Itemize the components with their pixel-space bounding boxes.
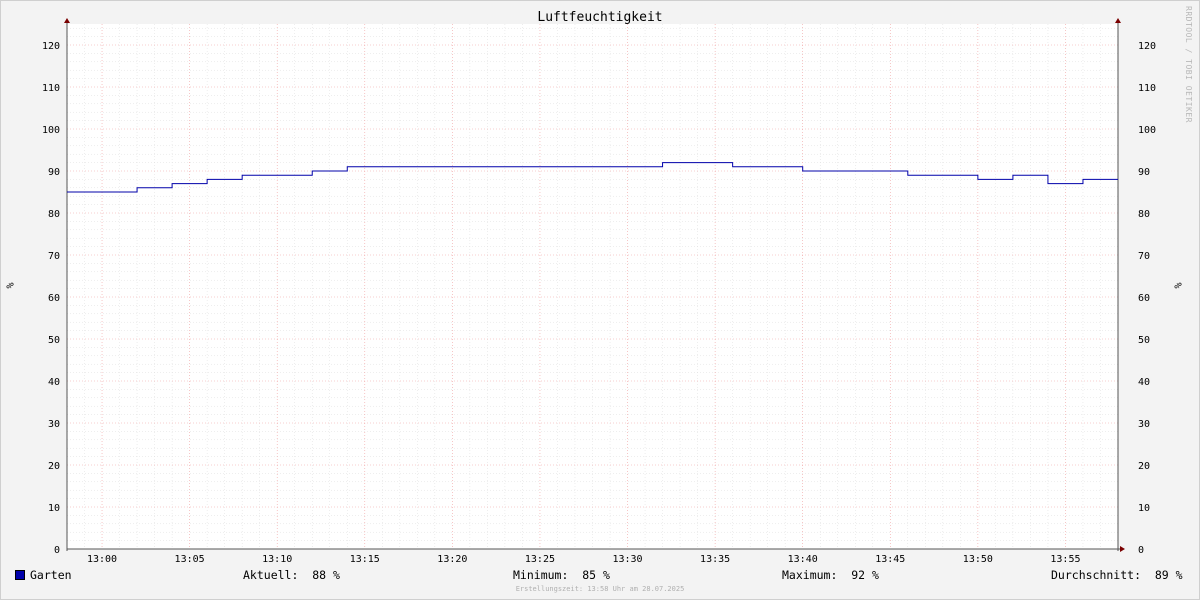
x-tick-label: 13:50 xyxy=(963,554,993,565)
y-axis-left-arrow xyxy=(64,18,70,23)
x-tick-label: 13:05 xyxy=(175,554,205,565)
x-tick-label: 13:20 xyxy=(437,554,467,565)
x-tick-label: 13:10 xyxy=(262,554,292,565)
x-tick-label: 13:30 xyxy=(612,554,642,565)
x-tick-label: 13:45 xyxy=(875,554,905,565)
y-tick-label-left: 60 xyxy=(48,293,60,304)
y-tick-label-right: 120 xyxy=(1138,41,1156,52)
y-tick-label-right: 20 xyxy=(1138,461,1150,472)
y-tick-label-right: 30 xyxy=(1138,419,1150,430)
legend-minimum: Minimum: 85 % xyxy=(513,568,610,582)
y-tick-label-left: 80 xyxy=(48,209,60,220)
y-tick-label-right: 80 xyxy=(1138,209,1150,220)
y-axis-right-arrow xyxy=(1115,18,1121,23)
y-tick-label-left: 20 xyxy=(48,461,60,472)
y-tick-label-left: 0 xyxy=(54,545,60,556)
x-tick-label: 13:40 xyxy=(788,554,818,565)
humidity-chart: 0 0 10 10 20 20 30 30 40 40 50 50 60 60 70 70 80 80 90 90 10… xyxy=(42,18,1156,565)
y-tick-label-right: 100 xyxy=(1138,125,1156,136)
y-tick-label-left: 30 xyxy=(48,419,60,430)
x-tick-label: 13:15 xyxy=(350,554,380,565)
legend-current: Aktuell: 88 % xyxy=(243,568,340,582)
y-tick-label-right: 40 xyxy=(1138,377,1150,388)
y-tick-label-left: 50 xyxy=(48,335,60,346)
legend-swatch-garten xyxy=(15,570,25,580)
y-tick-label-left: 40 xyxy=(48,377,60,388)
y-tick-label-left: 120 xyxy=(42,41,60,52)
creation-time: Erstellungszeit: 13:58 Uhr am 28.07.2025 xyxy=(515,585,685,593)
x-tick-label: 13:55 xyxy=(1050,554,1080,565)
y-tick-label-left: 90 xyxy=(48,167,60,178)
x-axis-arrow xyxy=(1120,546,1125,552)
legend-maximum: Maximum: 92 % xyxy=(782,568,879,582)
y-tick-label-right: 10 xyxy=(1138,503,1150,514)
x-tick-labels: 13:00 13:05 13:10 13:15 13:20 13:25 13:30 13:35… xyxy=(87,554,1081,565)
y-tick-label-right: 90 xyxy=(1138,167,1150,178)
legend-series-name: Garten xyxy=(30,568,72,582)
y-tick-label-left: 100 xyxy=(42,125,60,136)
y-tick-label-right: 0 xyxy=(1138,545,1144,556)
y-tick-label-left: 10 xyxy=(48,503,60,514)
y-tick-label-right: 110 xyxy=(1138,83,1156,94)
x-tick-label: 13:35 xyxy=(700,554,730,565)
y-tick-label-left: 110 xyxy=(42,83,60,94)
y-tick-label-right: 70 xyxy=(1138,251,1150,262)
y-tick-label-right: 60 xyxy=(1138,293,1150,304)
x-tick-label: 13:00 xyxy=(87,554,117,565)
legend-average: Durchschnitt: 89 % xyxy=(1051,568,1183,582)
x-tick-label: 13:25 xyxy=(525,554,555,565)
y-tick-label-left: 70 xyxy=(48,251,60,262)
y-tick-label-right: 50 xyxy=(1138,335,1150,346)
